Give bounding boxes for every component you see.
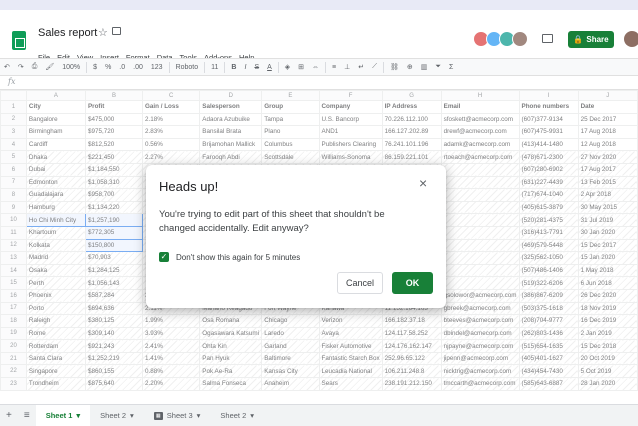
chevron-down-icon: ▾ <box>250 411 255 420</box>
protected-range-dialog: Heads up! × You're trying to edit part o… <box>146 165 446 308</box>
tab-label: Sheet 2 <box>100 411 126 420</box>
doc-title[interactable]: Sales report <box>38 27 97 39</box>
redo-icon[interactable]: ↷ <box>14 63 28 71</box>
tab-sheet-2-copy[interactable]: Sheet 2 ▾ <box>210 405 264 426</box>
merge-cells-icon[interactable]: ⇔ <box>308 64 323 71</box>
font-size-select[interactable]: 11 <box>207 64 222 71</box>
text-wrap-icon[interactable]: ↵ <box>354 63 368 71</box>
print-icon[interactable]: ⎙ <box>28 63 42 71</box>
decrease-decimal-button[interactable]: .0 <box>115 64 129 71</box>
sheets-logo-icon[interactable] <box>12 31 26 50</box>
align-horizontal-icon[interactable]: ≡ <box>328 64 340 71</box>
all-sheets-icon[interactable]: ≡ <box>18 410 36 421</box>
tab-label: Sheet 3 <box>166 411 193 420</box>
tab-sheet-2[interactable]: Sheet 2 ▾ <box>90 405 144 426</box>
tab-label: Sheet 1 <box>45 411 73 420</box>
align-vertical-icon[interactable]: ⊥ <box>340 63 354 71</box>
add-sheet-icon[interactable]: + <box>0 410 18 421</box>
divider <box>224 61 226 73</box>
chevron-down-icon: ▾ <box>76 411 81 420</box>
filter-icon[interactable]: ⏷ <box>431 63 445 71</box>
insert-link-icon[interactable]: ⛓ <box>386 63 403 71</box>
browser-top-strip <box>0 0 638 10</box>
dont-show-checkbox[interactable]: ✓ <box>159 252 169 262</box>
text-color-icon[interactable]: A <box>263 64 276 71</box>
account-avatar[interactable] <box>624 31 638 47</box>
toolbar: ↶ ↷ ⎙ 🖌 100% $ % .0 .00 123 Roboto 11 B … <box>0 58 638 76</box>
percent-format-button[interactable]: % <box>101 64 115 71</box>
italic-icon[interactable]: I <box>240 64 250 71</box>
protected-sheet-icon: ▦ <box>153 411 163 420</box>
formula-bar[interactable]: fx <box>0 76 638 90</box>
comment-icon[interactable] <box>542 34 553 43</box>
paint-format-icon[interactable]: 🖌 <box>41 63 58 71</box>
ok-button[interactable]: OK <box>392 272 433 294</box>
close-icon[interactable]: × <box>419 175 427 191</box>
bold-icon[interactable]: B <box>227 64 240 71</box>
avatar[interactable] <box>512 31 528 47</box>
divider <box>277 61 279 73</box>
divider <box>325 61 327 73</box>
fill-color-icon[interactable]: ◈ <box>281 63 294 71</box>
lock-icon: 🔒 <box>573 35 584 44</box>
divider <box>86 61 88 73</box>
borders-icon[interactable]: ⊞ <box>294 63 308 71</box>
sheet-tabs-bar: + ≡ Sheet 1 ▾ Sheet 2 ▾ ▦ Sheet 3 ▾ Sheet 2 ▾ <box>0 404 638 426</box>
divider <box>204 61 206 73</box>
insert-comment-icon[interactable]: ⊕ <box>403 63 417 71</box>
folder-icon[interactable] <box>112 27 121 35</box>
dialog-message: You're trying to edit part of this sheet… <box>159 209 385 234</box>
more-formats-select[interactable]: 123 <box>147 64 167 71</box>
divider <box>168 61 170 73</box>
collaborator-avatars <box>473 31 528 47</box>
tab-sheet-1[interactable]: Sheet 1 ▾ <box>35 404 91 426</box>
dialog-title: Heads up! <box>159 179 219 194</box>
tab-sheet-3[interactable]: ▦ Sheet 3 ▾ <box>144 405 211 426</box>
font-select[interactable]: Roboto <box>172 64 203 71</box>
chevron-down-icon: ▾ <box>196 411 201 420</box>
checkbox-label[interactable]: Don't show this again for 5 minutes <box>176 253 300 262</box>
strikethrough-icon[interactable]: S <box>250 64 263 71</box>
share-button[interactable]: 🔒 Share <box>568 31 614 48</box>
undo-icon[interactable]: ↶ <box>0 63 14 71</box>
text-rotate-icon[interactable]: ⟋ <box>368 63 381 71</box>
divider <box>383 61 385 73</box>
cancel-button[interactable]: Cancel <box>337 272 383 294</box>
functions-icon[interactable]: Σ <box>445 64 457 71</box>
insert-chart-icon[interactable]: ▥ <box>417 63 432 71</box>
fx-icon: fx <box>8 77 16 86</box>
star-icon[interactable]: ☆ <box>98 26 108 39</box>
share-label: Share <box>586 35 609 44</box>
chevron-down-icon: ▾ <box>130 411 134 420</box>
tab-label: Sheet 2 <box>220 411 247 420</box>
increase-decimal-button[interactable]: .00 <box>129 64 147 71</box>
zoom-select[interactable]: 100% <box>58 64 84 71</box>
currency-format-button[interactable]: $ <box>89 64 101 71</box>
